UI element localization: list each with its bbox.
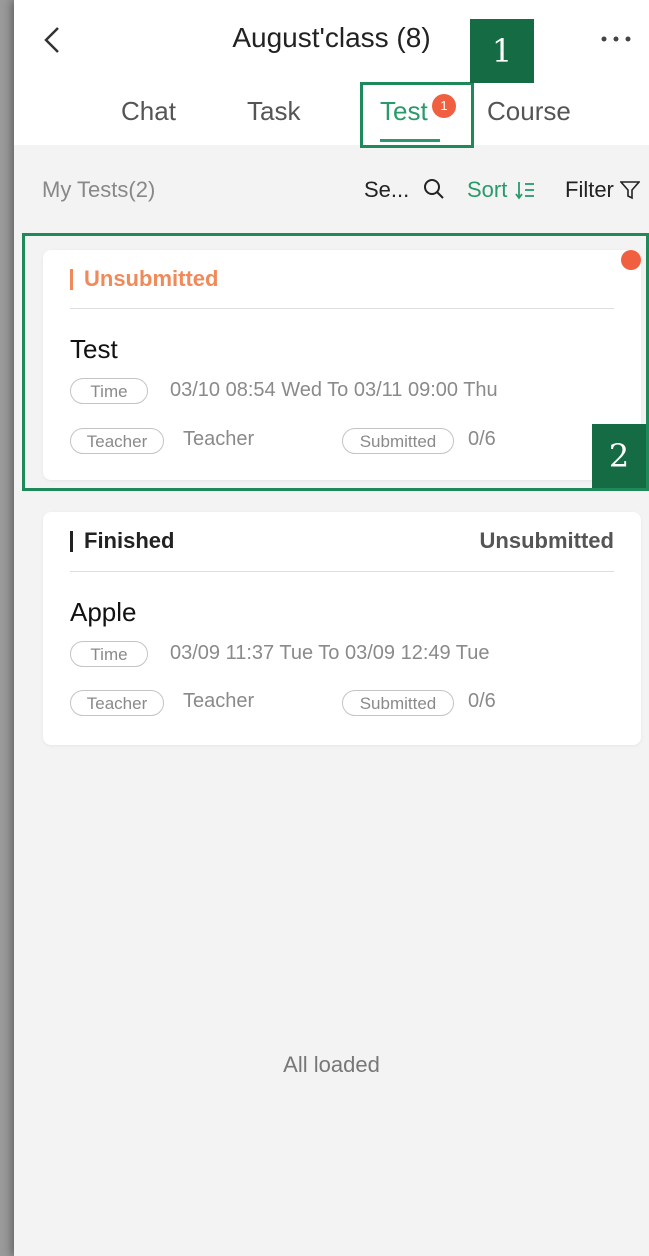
search-button[interactable]: Se... <box>364 177 445 203</box>
sort-label: Sort <box>467 177 508 202</box>
test-toolbar: My Tests(2) Se... Sort Filter <box>14 145 649 235</box>
tab-course[interactable]: Course <box>487 96 571 127</box>
filter-label: Filter <box>565 177 614 202</box>
sort-button[interactable]: Sort <box>467 177 535 203</box>
tab-bar: Chat Task Test Course <box>14 96 649 136</box>
sort-icon <box>515 182 535 200</box>
teacher-name: Teacher <box>183 690 255 712</box>
annotation-marker-1: 1 <box>470 19 534 83</box>
search-label: Se... <box>364 177 410 202</box>
annotation-box-1 <box>360 82 474 148</box>
submitted-tag: Submitted <box>342 690 454 716</box>
more-horizontal-icon[interactable] <box>598 26 634 52</box>
card-divider <box>70 571 614 572</box>
header: August'class (8) Chat Task Test Course 1 <box>14 0 649 145</box>
filter-button[interactable]: Filter <box>565 177 641 203</box>
annotation-box-2 <box>22 233 649 491</box>
test-card[interactable]: Finished Unsubmitted Apple Time 03/09 11… <box>43 512 641 745</box>
annotation-marker-2: 2 <box>592 424 646 488</box>
app-screen: August'class (8) Chat Task Test Course 1… <box>14 0 649 1256</box>
search-icon <box>424 179 445 199</box>
page-title: August'class (8) <box>232 22 431 53</box>
time-tag: Time <box>70 641 148 667</box>
tab-chat[interactable]: Chat <box>121 96 176 127</box>
my-tests-count: My Tests(2) <box>42 177 156 202</box>
teacher-tag: Teacher <box>70 690 164 716</box>
status-indicator <box>70 531 73 552</box>
submission-status: Unsubmitted <box>479 528 614 553</box>
filter-icon <box>619 181 641 200</box>
all-loaded-text: All loaded <box>283 1052 380 1077</box>
test-name: Apple <box>70 597 137 627</box>
test-status: Finished <box>84 528 175 553</box>
tab-task[interactable]: Task <box>247 96 300 127</box>
test-time: 03/09 11:37 Tue To 03/09 12:49 Tue <box>170 642 490 664</box>
submitted-count: 0/6 <box>468 690 496 712</box>
